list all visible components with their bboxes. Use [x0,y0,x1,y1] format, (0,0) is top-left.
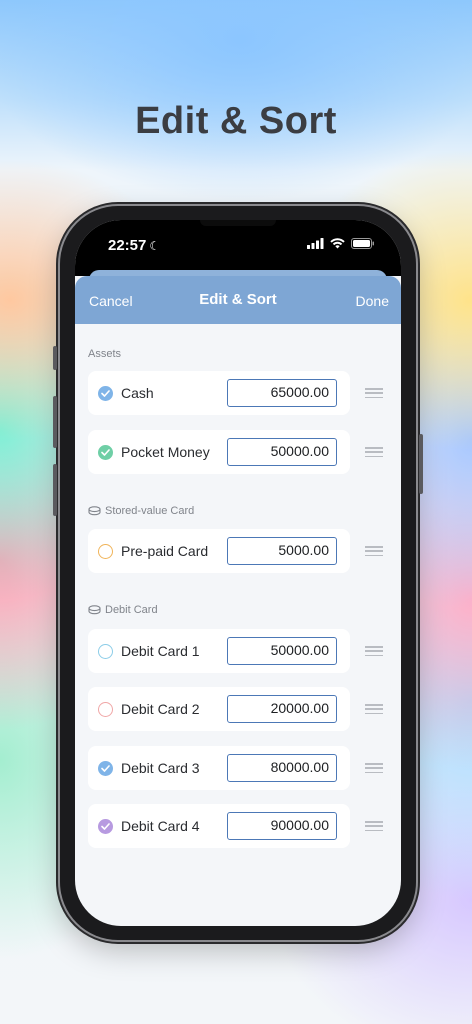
drag-handle-icon[interactable] [365,546,383,556]
drag-handle-icon[interactable] [365,704,383,714]
status-bar: 22:57 ☾ [75,220,401,276]
check-circle-icon[interactable] [98,819,113,834]
account-row[interactable]: Debit Card 4 90000.00 [88,804,350,848]
speaker-notch [200,220,276,226]
done-button[interactable]: Done [356,293,389,309]
section-label: Assets [88,348,122,360]
nav-bar: Cancel Edit & Sort Done [75,276,401,324]
screen: 22:57 ☾ Cancel Edit & Sort Done Assets C… [75,220,401,926]
volume-down-button [53,464,57,516]
amount-input[interactable]: 20000.00 [227,695,337,723]
drag-handle-icon[interactable] [365,447,383,457]
drag-handle-icon[interactable] [365,763,383,773]
radio-circle-icon[interactable] [98,644,113,659]
check-circle-icon[interactable] [98,386,113,401]
volume-up-button [53,396,57,448]
account-row[interactable]: Debit Card 3 80000.00 [88,746,350,790]
wifi-icon [330,238,345,249]
account-row[interactable]: Debit Card 2 20000.00 [88,687,350,731]
account-name: Cash [121,385,154,401]
amount-input[interactable]: 50000.00 [227,637,337,665]
drag-handle-icon[interactable] [365,646,383,656]
amount-input[interactable]: 80000.00 [227,754,337,782]
time-text: 22:57 [108,237,147,254]
section-header-stored-value: Stored-value Card [88,505,194,517]
check-circle-icon[interactable] [98,761,113,776]
check-circle-icon[interactable] [98,445,113,460]
amount-input[interactable]: 50000.00 [227,438,337,466]
radio-circle-icon[interactable] [98,702,113,717]
account-name: Debit Card 1 [121,643,200,659]
status-icons [307,238,375,249]
coins-icon [88,506,101,516]
account-name: Debit Card 4 [121,818,200,834]
section-label: Debit Card [105,604,158,616]
account-row[interactable]: Cash 65000.00 [88,371,350,415]
section-header-assets: Assets [88,348,121,360]
account-name: Pre-paid Card [121,543,209,559]
account-row[interactable]: Pre-paid Card 5000.00 [88,529,350,573]
phone-frame: 22:57 ☾ Cancel Edit & Sort Done Assets C… [53,206,423,940]
battery-icon [351,238,374,249]
account-name: Pocket Money [121,444,210,460]
silent-switch [53,346,57,370]
power-button [419,434,423,494]
account-row[interactable]: Debit Card 1 50000.00 [88,629,350,673]
account-name: Debit Card 2 [121,701,200,717]
amount-input[interactable]: 5000.00 [227,537,337,565]
cellular-signal-icon [307,238,324,249]
coins-icon [88,605,101,615]
hero-title: Edit & Sort [135,100,337,142]
drag-handle-icon[interactable] [365,821,383,831]
amount-input[interactable]: 90000.00 [227,812,337,840]
section-header-debit: Debit Card [88,604,158,616]
status-time: 22:57 ☾ [108,237,160,254]
amount-input[interactable]: 65000.00 [227,379,337,407]
section-label: Stored-value Card [105,505,195,517]
moon-icon: ☾ [149,239,161,253]
drag-handle-icon[interactable] [365,388,383,398]
account-row[interactable]: Pocket Money 50000.00 [88,430,350,474]
radio-circle-icon[interactable] [98,544,113,559]
nav-title: Edit & Sort [199,291,277,308]
account-name: Debit Card 3 [121,760,200,776]
